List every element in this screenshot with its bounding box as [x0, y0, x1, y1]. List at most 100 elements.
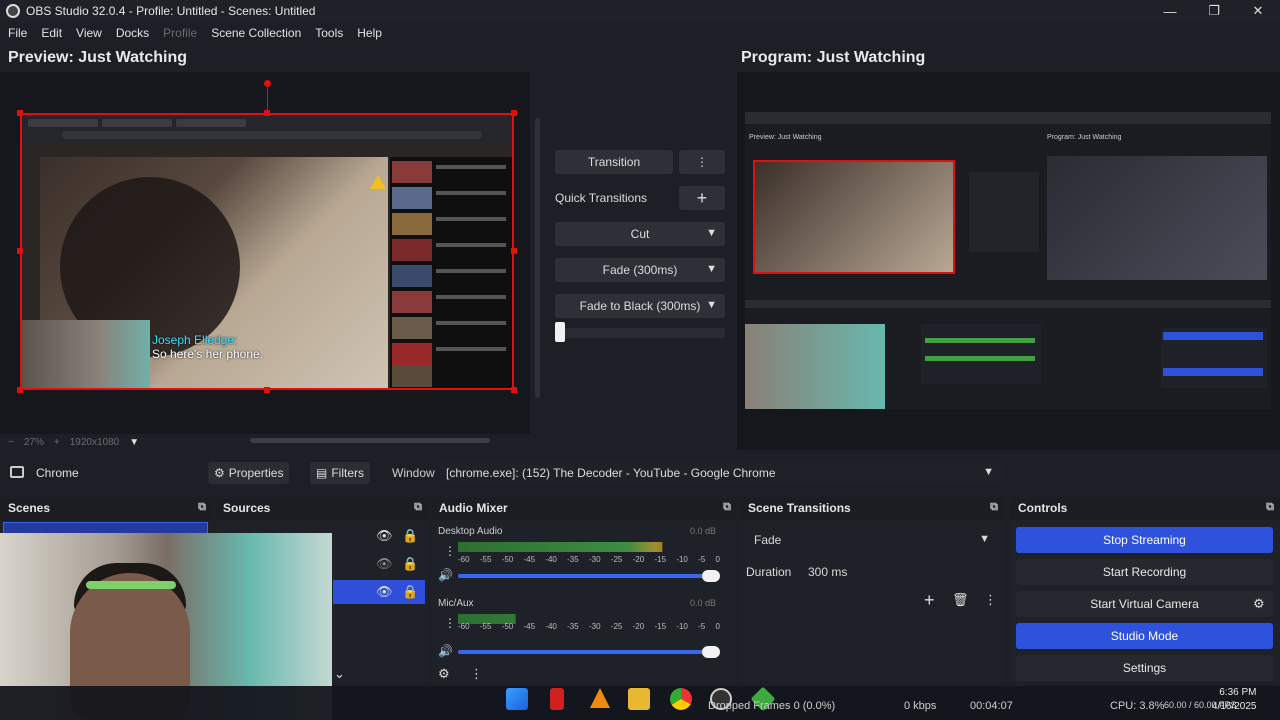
- transition-slider[interactable]: [555, 322, 725, 342]
- meter-tick-label: -45: [523, 555, 536, 564]
- close-button[interactable]: ✕: [1236, 0, 1280, 22]
- resize-handle[interactable]: [264, 110, 270, 116]
- menu-tools[interactable]: Tools: [315, 26, 343, 40]
- volume-fader[interactable]: [458, 646, 720, 658]
- scene-transitions-dock: Scene Transitions ⧉: [740, 498, 1004, 682]
- zoom-out-icon[interactable]: −: [8, 437, 14, 448]
- speaker-icon[interactable]: 🔊: [438, 568, 453, 582]
- resize-handle[interactable]: [17, 248, 23, 254]
- file-explorer-icon[interactable]: [628, 688, 650, 710]
- mini-toolbar: [745, 300, 1271, 308]
- thumbnail-text: [436, 165, 506, 169]
- preview-canvas[interactable]: Joseph Elledge: So here's her phone.: [20, 113, 514, 390]
- eye-icon[interactable]: 👁: [376, 584, 393, 600]
- preview-vertical-scrollbar[interactable]: [535, 118, 540, 398]
- transition-select[interactable]: Fade ▼: [748, 529, 998, 551]
- app-icon[interactable]: [550, 688, 564, 710]
- stop-streaming-button[interactable]: Stop Streaming: [1016, 527, 1273, 553]
- more-icon[interactable]: ⋮: [984, 592, 997, 608]
- thumbnail-text: [436, 191, 506, 195]
- menu-edit[interactable]: Edit: [41, 26, 62, 40]
- meter-tick-label: -60: [458, 622, 470, 631]
- more-icon[interactable]: ⋮: [444, 544, 456, 558]
- filters-button[interactable]: ▤ Filters: [310, 462, 371, 484]
- meter-tick-label: -55: [479, 622, 492, 631]
- meter-tick-label: 0: [715, 555, 720, 564]
- chevron-down-icon[interactable]: ▼: [129, 437, 139, 448]
- preview-horizontal-scrollbar[interactable]: [250, 438, 490, 443]
- add-icon[interactable]: +: [924, 590, 935, 611]
- settings-button[interactable]: Settings: [1016, 655, 1273, 681]
- preview-title: Preview: Just Watching: [8, 49, 187, 66]
- thumbnail: [392, 317, 432, 339]
- lock-icon[interactable]: 🔒: [402, 528, 418, 544]
- live-time: 00:04:07: [970, 700, 1013, 712]
- transition-more-button[interactable]: ⋮: [679, 150, 725, 174]
- properties-button[interactable]: ⚙ Properties: [208, 462, 290, 484]
- more-icon[interactable]: ⋮: [444, 616, 456, 630]
- speaker-icon[interactable]: 🔊: [438, 644, 453, 658]
- gear-icon[interactable]: ⚙: [1253, 596, 1265, 612]
- undock-icon[interactable]: ⧉: [723, 501, 731, 514]
- lock-icon[interactable]: 🔒: [402, 556, 418, 572]
- studio-mode-button[interactable]: Studio Mode: [1016, 623, 1273, 649]
- resize-handle[interactable]: [511, 248, 517, 254]
- eye-off-icon[interactable]: 👁: [376, 556, 393, 572]
- resize-handle[interactable]: [511, 110, 517, 116]
- duration-label: Duration: [746, 565, 792, 579]
- mixer-track-name: Desktop Audio: [438, 526, 503, 537]
- chevron-down-icon[interactable]: ⌄: [334, 666, 345, 682]
- eye-icon[interactable]: 👁: [376, 528, 393, 544]
- transition-button[interactable]: Transition: [555, 150, 673, 174]
- window-label: Window: [392, 466, 435, 480]
- undock-icon[interactable]: ⧉: [1266, 501, 1274, 514]
- transition-slider-handle[interactable]: [555, 322, 565, 342]
- start-virtual-camera-button[interactable]: Start Virtual Camera: [1016, 591, 1273, 617]
- quick-transition-cut[interactable]: Cut ▼: [555, 222, 725, 246]
- menu-help[interactable]: Help: [357, 26, 382, 40]
- chrome-icon[interactable]: [670, 688, 692, 710]
- undock-icon[interactable]: ⧉: [990, 501, 998, 514]
- zoom-in-icon[interactable]: +: [54, 437, 60, 448]
- quick-transition-fade[interactable]: Fade (300ms) ▼: [555, 258, 725, 282]
- undock-icon[interactable]: ⧉: [414, 501, 422, 514]
- resize-handle[interactable]: [17, 110, 23, 116]
- minimize-button[interactable]: —: [1148, 0, 1192, 22]
- resize-handle[interactable]: [511, 387, 517, 393]
- mini-control-button: [1163, 332, 1263, 340]
- scene-transitions-title: Scene Transitions: [748, 501, 851, 515]
- thumbnail-text: [436, 217, 506, 221]
- menu-file[interactable]: File: [8, 26, 27, 40]
- start-recording-button[interactable]: Start Recording: [1016, 559, 1273, 585]
- chevron-down-icon: ▼: [706, 227, 717, 239]
- meter-tick-label: -20: [632, 622, 645, 631]
- add-quick-transition-button[interactable]: +: [679, 186, 725, 210]
- maximize-button[interactable]: ❐: [1192, 0, 1236, 22]
- gear-icon[interactable]: ⚙: [438, 666, 450, 682]
- resize-handle[interactable]: [264, 387, 270, 393]
- undock-icon[interactable]: ⧉: [198, 501, 206, 514]
- duration-input[interactable]: 300 ms: [802, 561, 998, 583]
- menu-docks[interactable]: Docks: [116, 26, 149, 40]
- meter-tick-label: -30: [588, 622, 601, 631]
- window-title: OBS Studio 32.0.4 - Profile: Untitled - …: [26, 4, 316, 18]
- sources-dock-header: Sources ⧉: [215, 498, 428, 518]
- windows-start-icon[interactable]: [506, 688, 528, 710]
- quick-transition-fade-black[interactable]: Fade to Black (300ms) ▼: [555, 294, 725, 318]
- menu-profile[interactable]: Profile: [163, 26, 197, 40]
- volume-fader-handle[interactable]: [702, 570, 720, 582]
- thumbnail-text: [436, 295, 506, 299]
- resize-handle[interactable]: [17, 387, 23, 393]
- menu-scene-collection[interactable]: Scene Collection: [211, 26, 301, 40]
- more-icon[interactable]: ⋮: [470, 666, 483, 682]
- mini-program: [1047, 156, 1267, 280]
- volume-fader-handle[interactable]: [702, 646, 720, 658]
- trash-icon[interactable]: 🗑: [952, 592, 969, 608]
- volume-fader[interactable]: [458, 570, 720, 582]
- menu-view[interactable]: View: [76, 26, 102, 40]
- window-select[interactable]: [chrome.exe]: (152) The Decoder - YouTub…: [440, 462, 1004, 484]
- meter-tick-label: -5: [698, 622, 706, 631]
- vlc-icon[interactable]: [590, 688, 610, 708]
- filter-icon: ▤: [316, 466, 328, 480]
- lock-icon[interactable]: 🔒: [402, 584, 418, 600]
